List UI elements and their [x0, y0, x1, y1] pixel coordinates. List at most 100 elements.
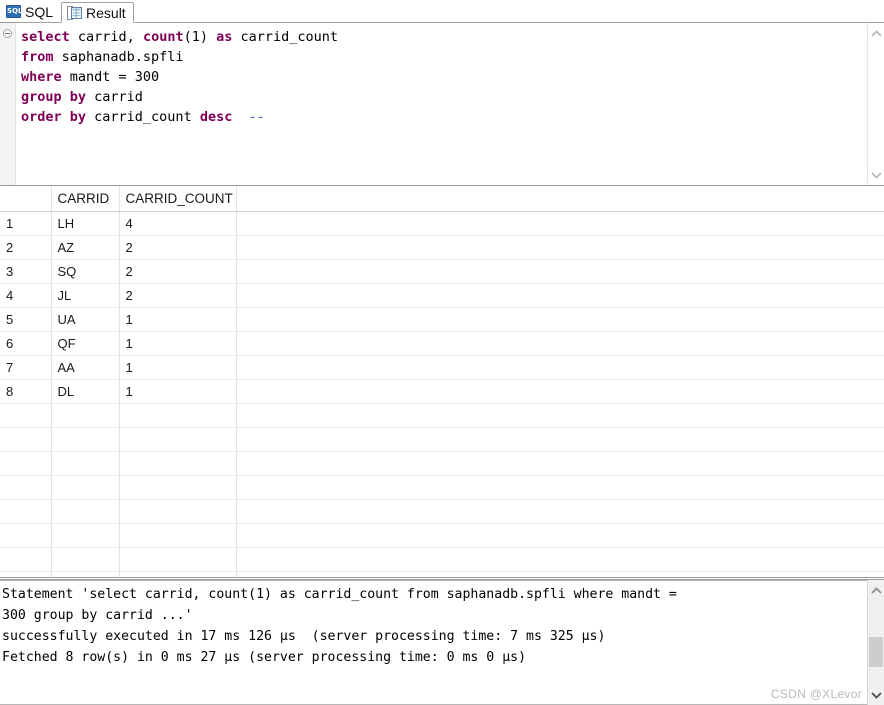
table-header-row: CARRID CARRID_COUNT [0, 186, 884, 212]
table-row[interactable]: 8 DL 1 [0, 379, 884, 404]
cell-filler [236, 283, 884, 308]
cell-carrid-count [119, 571, 237, 577]
cell-carrid-count[interactable]: 1 [119, 355, 237, 380]
cell-filler [236, 307, 884, 332]
result-table: CARRID CARRID_COUNT 1 LH 4 2 AZ 2 3 SQ 2 4 JL 2 5 UA 1… [0, 186, 884, 577]
sql-token-comment: -- [248, 109, 265, 125]
cell-carrid [51, 523, 120, 548]
column-header-carrid-count[interactable]: CARRID_COUNT [119, 186, 237, 212]
sql-token-keyword: desc [199, 109, 233, 125]
status-vertical-scrollbar[interactable] [867, 580, 884, 705]
cell-row-number: 1 [0, 211, 52, 236]
table-grid-icon [67, 5, 83, 20]
sql-token-keyword: select [21, 29, 70, 45]
cell-row-number: 2 [0, 235, 52, 260]
table-row-empty [0, 451, 884, 476]
cell-carrid-count[interactable]: 1 [119, 379, 237, 404]
cell-carrid-count [119, 475, 237, 500]
cell-carrid-count[interactable]: 1 [119, 307, 237, 332]
cell-filler [236, 427, 884, 452]
tab-bar: SQL SQL Result [0, 0, 884, 23]
sql-code-area[interactable]: select carrid, count(1) as carrid_count f… [16, 23, 867, 185]
sql-code-line: from saphanadb.spfli [21, 47, 867, 67]
cell-filler [236, 523, 884, 548]
cell-carrid[interactable]: DL [51, 379, 120, 404]
sql-token-plain: carrid, [69, 29, 143, 45]
table-row[interactable]: 2 AZ 2 [0, 235, 884, 260]
tab-result-label: Result [86, 4, 126, 21]
tab-sql-label: SQL [25, 3, 54, 20]
table-row[interactable]: 1 LH 4 [0, 211, 884, 236]
cell-filler [236, 451, 884, 476]
sql-token-plain: (1) [183, 29, 217, 45]
table-row-empty [0, 499, 884, 524]
cell-carrid [51, 547, 120, 572]
cell-filler [236, 259, 884, 284]
table-row-empty [0, 523, 884, 548]
cell-carrid[interactable]: SQ [51, 259, 120, 284]
cell-row-number: 3 [0, 259, 52, 284]
cell-row-number: 7 [0, 355, 52, 380]
sql-code-line: select carrid, count(1) as carrid_count [21, 27, 867, 47]
cell-carrid[interactable]: UA [51, 307, 120, 332]
chevron-up-icon[interactable] [868, 25, 884, 41]
cell-carrid-count[interactable]: 1 [119, 331, 237, 356]
chevron-down-icon[interactable] [868, 687, 884, 703]
scrollbar-thumb[interactable] [869, 637, 883, 667]
sql-token-plain: mandt = 300 [61, 69, 160, 85]
column-header-filler [236, 186, 884, 212]
sql-badge-icon: SQL [6, 5, 22, 18]
cell-filler [236, 355, 884, 380]
column-header-rownum[interactable] [0, 186, 52, 212]
cell-row-number [0, 547, 52, 572]
cell-carrid[interactable]: JL [51, 283, 120, 308]
status-message-panel: Statement 'select carrid, count(1) as ca… [0, 579, 884, 705]
cell-row-number [0, 451, 52, 476]
collapse-minus-icon[interactable] [3, 29, 12, 38]
cell-carrid [51, 571, 120, 577]
cell-carrid-count[interactable]: 4 [119, 211, 237, 236]
column-header-carrid[interactable]: CARRID [51, 186, 120, 212]
editor-vertical-scrollbar[interactable] [867, 23, 884, 185]
cell-row-number [0, 427, 52, 452]
cell-carrid-count[interactable]: 2 [119, 259, 237, 284]
editor-gutter [0, 23, 16, 185]
table-row[interactable]: 3 SQ 2 [0, 259, 884, 284]
result-grid-panel[interactable]: CARRID CARRID_COUNT 1 LH 4 2 AZ 2 3 SQ 2 4 JL 2 5 UA 1… [0, 186, 884, 578]
cell-filler [236, 211, 884, 236]
cell-row-number: 8 [0, 379, 52, 404]
cell-carrid [51, 499, 120, 524]
table-row[interactable]: 5 UA 1 [0, 307, 884, 332]
cell-filler [236, 235, 884, 260]
cell-carrid[interactable]: AZ [51, 235, 120, 260]
status-message-text[interactable]: Statement 'select carrid, count(1) as ca… [0, 580, 867, 705]
cell-row-number [0, 403, 52, 428]
table-row[interactable]: 4 JL 2 [0, 283, 884, 308]
cell-row-number: 6 [0, 331, 52, 356]
cell-carrid-count[interactable]: 2 [119, 283, 237, 308]
sql-token-plain: carrid_count [232, 29, 339, 45]
table-row[interactable]: 6 QF 1 [0, 331, 884, 356]
sql-token-plain: saphanadb.spfli [53, 49, 184, 65]
chevron-down-icon[interactable] [868, 167, 884, 183]
cell-row-number [0, 499, 52, 524]
cell-carrid-count [119, 427, 237, 452]
chevron-up-icon[interactable] [868, 582, 884, 598]
cell-filler [236, 403, 884, 428]
cell-carrid-count [119, 547, 237, 572]
cell-carrid [51, 403, 120, 428]
cell-carrid[interactable]: LH [51, 211, 120, 236]
cell-carrid [51, 427, 120, 452]
cell-carrid [51, 475, 120, 500]
tab-sql[interactable]: SQL SQL [0, 1, 61, 22]
sql-code-line: group by carrid [21, 87, 867, 107]
cell-filler [236, 475, 884, 500]
cell-carrid[interactable]: QF [51, 331, 120, 356]
tab-result[interactable]: Result [61, 2, 134, 23]
cell-carrid[interactable]: AA [51, 355, 120, 380]
sql-token-keyword: as [216, 29, 233, 45]
sql-token-plain: carrid_count [86, 109, 200, 125]
cell-carrid-count[interactable]: 2 [119, 235, 237, 260]
table-row[interactable]: 7 AA 1 [0, 355, 884, 380]
result-table-body: 1 LH 4 2 AZ 2 3 SQ 2 4 JL 2 5 UA 1 6 QF 1 7 AA 1 8 DL 1 [0, 211, 884, 577]
